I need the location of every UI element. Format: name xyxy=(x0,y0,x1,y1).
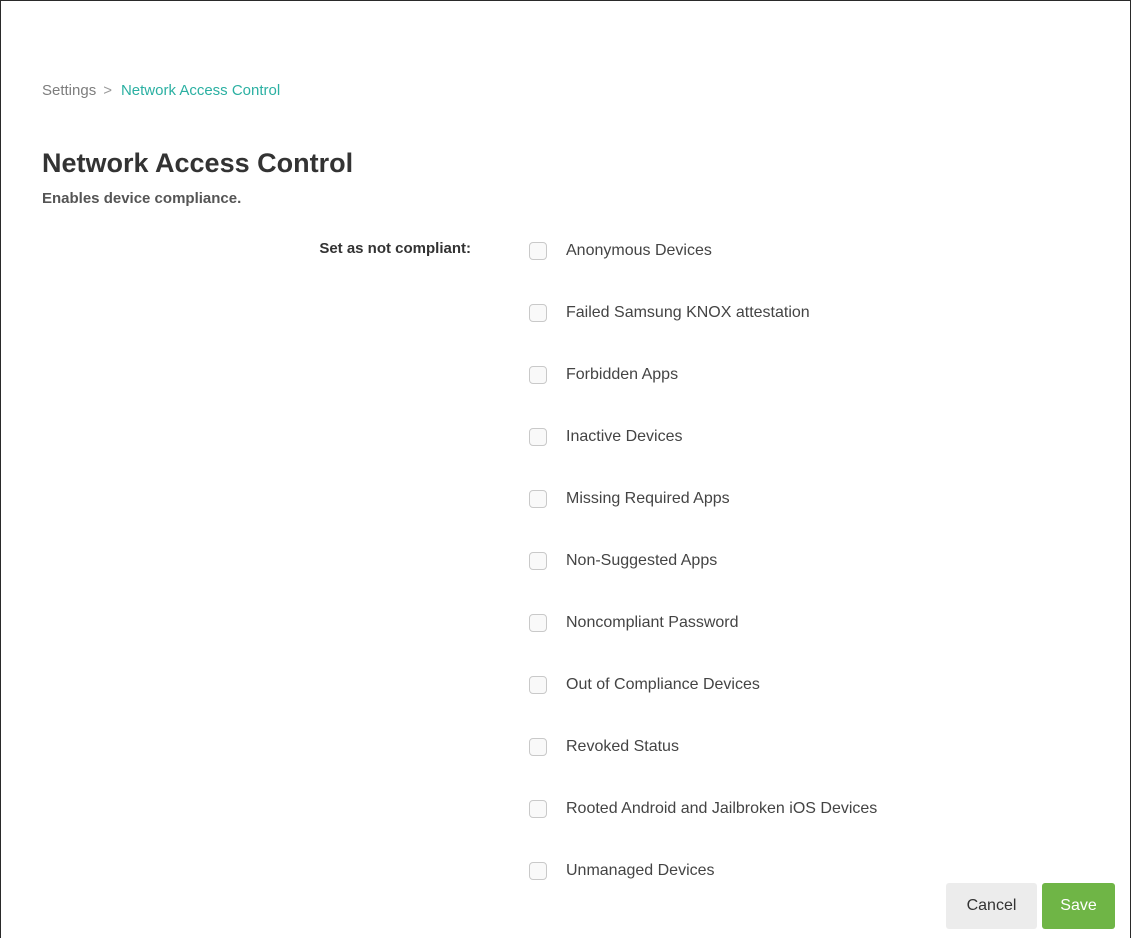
checkbox[interactable] xyxy=(529,490,547,508)
checkbox[interactable] xyxy=(529,552,547,570)
checkbox[interactable] xyxy=(529,800,547,818)
option-non-suggested-apps[interactable]: Non-Suggested Apps xyxy=(529,547,877,609)
option-rooted-android-jailbroken-ios[interactable]: Rooted Android and Jailbroken iOS Device… xyxy=(529,795,877,857)
cancel-button[interactable]: Cancel xyxy=(946,883,1037,929)
option-label: Missing Required Apps xyxy=(566,490,730,507)
option-failed-samsung-knox-attestation[interactable]: Failed Samsung KNOX attestation xyxy=(529,299,877,361)
page-subtitle: Enables device compliance. xyxy=(42,190,242,207)
checkbox[interactable] xyxy=(529,366,547,384)
checkbox[interactable] xyxy=(529,738,547,756)
breadcrumb-settings-link[interactable]: Settings xyxy=(42,82,96,99)
option-revoked-status[interactable]: Revoked Status xyxy=(529,733,877,795)
checkbox[interactable] xyxy=(529,304,547,322)
option-unmanaged-devices[interactable]: Unmanaged Devices xyxy=(529,857,877,919)
checkbox[interactable] xyxy=(529,428,547,446)
checkbox[interactable] xyxy=(529,676,547,694)
not-compliant-label: Set as not compliant: xyxy=(319,240,471,257)
checkbox[interactable] xyxy=(529,862,547,880)
save-button[interactable]: Save xyxy=(1042,883,1115,929)
option-label: Noncompliant Password xyxy=(566,614,739,631)
breadcrumb-current: Network Access Control xyxy=(120,82,281,99)
option-label: Failed Samsung KNOX attestation xyxy=(566,304,810,321)
option-label: Forbidden Apps xyxy=(566,366,679,383)
page-title: Network Access Control xyxy=(42,148,354,178)
option-out-of-compliance-devices[interactable]: Out of Compliance Devices xyxy=(529,671,877,733)
checkbox[interactable] xyxy=(529,242,547,260)
option-label: Revoked Status xyxy=(566,738,679,755)
option-forbidden-apps[interactable]: Forbidden Apps xyxy=(529,361,877,423)
option-inactive-devices[interactable]: Inactive Devices xyxy=(529,423,877,485)
option-label: Unmanaged Devices xyxy=(566,862,715,879)
checkbox[interactable] xyxy=(529,614,547,632)
breadcrumb-separator: > xyxy=(103,82,112,99)
breadcrumb: Settings > Network Access Control xyxy=(42,81,280,101)
option-label: Inactive Devices xyxy=(566,428,683,445)
option-noncompliant-password[interactable]: Noncompliant Password xyxy=(529,609,877,671)
option-anonymous-devices[interactable]: Anonymous Devices xyxy=(529,237,877,299)
option-label: Out of Compliance Devices xyxy=(566,676,760,693)
option-label: Rooted Android and Jailbroken iOS Device… xyxy=(566,800,878,817)
option-label: Anonymous Devices xyxy=(566,242,712,259)
option-missing-required-apps[interactable]: Missing Required Apps xyxy=(529,485,877,547)
compliance-option-list: Anonymous Devices Failed Samsung KNOX at… xyxy=(529,237,877,919)
option-label: Non-Suggested Apps xyxy=(566,552,718,569)
